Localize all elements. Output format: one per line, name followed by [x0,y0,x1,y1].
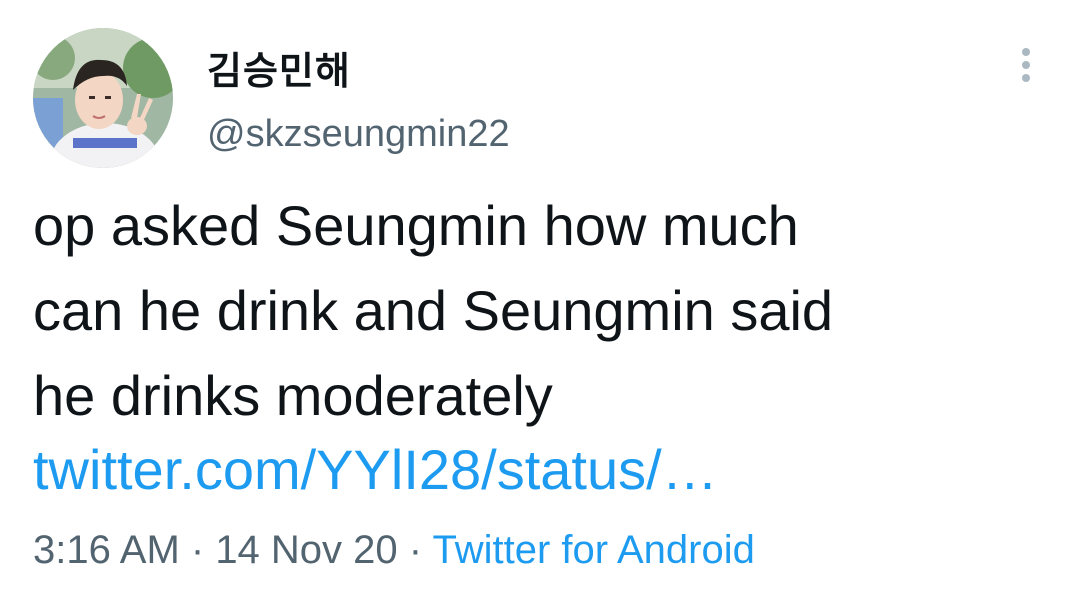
tweet-time[interactable]: 3:16 AM [33,528,180,572]
avatar-photo [33,28,173,168]
meta-separator: · [179,528,216,572]
tweet-source[interactable]: Twitter for Android [432,528,754,572]
tweet-date[interactable]: 14 Nov 20 [215,528,397,572]
display-name[interactable]: 김승민해 [207,40,351,95]
tweet-link[interactable]: twitter.com/YYlI28/status/… [33,437,718,502]
tweet-text-line: he drinks moderately [33,364,553,427]
avatar[interactable] [33,28,173,168]
tweet-meta: 3:16 AM · 14 Nov 20 · Twitter for Androi… [33,528,755,573]
more-dot [1022,61,1030,69]
tweet-text: op asked Seungmin how much can he drink … [33,183,1043,438]
tweet-text-line: can he drink and Seungmin said [33,279,834,342]
more-dot [1022,48,1030,56]
user-handle[interactable]: @skzseungmin22 [207,113,510,156]
more-vertical-icon[interactable] [1010,48,1042,90]
tweet-text-line: op asked Seungmin how much [33,194,799,257]
tweet: 김승민해 @skzseungmin22 op asked Seungmin ho… [0,0,1075,596]
more-dot [1022,74,1030,82]
meta-separator: · [397,528,433,572]
